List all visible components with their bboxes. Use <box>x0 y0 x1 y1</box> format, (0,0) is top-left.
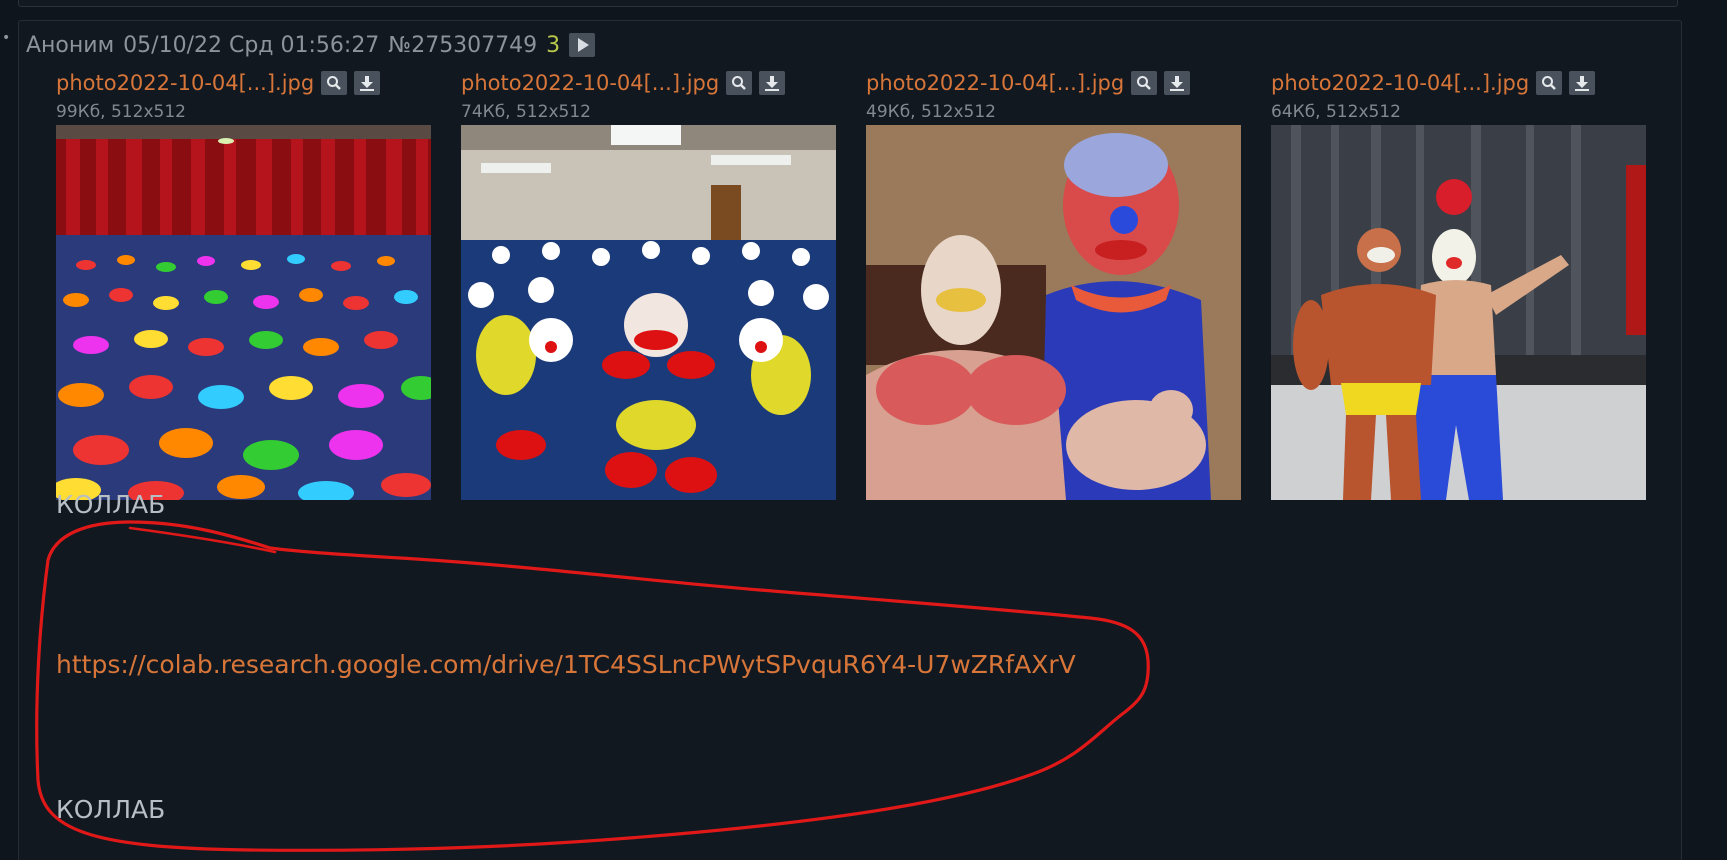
message-line-3: КОЛЛАБ <box>56 795 166 824</box>
download-icon[interactable] <box>759 71 786 95</box>
file-name[interactable]: photo2022-10-04[...].jpg <box>461 71 719 95</box>
file-2: photo2022-10-04[...].jpg 74Кб, 512x512 <box>461 68 861 122</box>
message-line-1: КОЛЛАБ <box>56 490 166 519</box>
previous-post-edge <box>18 0 1678 7</box>
clown-bodybuilders-stage-thumbnail[interactable] <box>1271 125 1646 500</box>
file-3: photo2022-10-04[...].jpg 49Кб, 512x512 <box>866 68 1266 122</box>
file-meta: 74Кб, 512x512 <box>461 102 591 122</box>
post-author[interactable]: Аноним <box>26 33 114 58</box>
file-1: photo2022-10-04[...].jpg 99Кб, 512x512 <box>56 68 456 122</box>
download-icon[interactable] <box>1569 71 1596 95</box>
download-icon[interactable] <box>1164 71 1191 95</box>
post-datetime: 05/10/22 Срд 01:56:27 <box>123 32 380 58</box>
magnifier-icon[interactable] <box>1536 71 1563 95</box>
post-number[interactable]: №275307749 <box>388 33 537 58</box>
clown-crowd-thumbnail[interactable] <box>56 125 431 500</box>
file-name[interactable]: photo2022-10-04[...].jpg <box>866 71 1124 95</box>
bullet-marker: • <box>2 30 11 46</box>
magnifier-icon[interactable] <box>1131 71 1158 95</box>
clowns-crawling-thumbnail[interactable] <box>461 125 836 500</box>
file-name[interactable]: photo2022-10-04[...].jpg <box>56 71 314 95</box>
page: • Аноним 05/10/22 Срд 01:56:27 №27530774… <box>0 0 1727 860</box>
colab-link[interactable]: https://colab.research.google.com/drive/… <box>56 650 1076 679</box>
post-header: Аноним 05/10/22 Срд 01:56:27 №275307749 … <box>26 30 596 60</box>
file-meta: 49Кб, 512x512 <box>866 102 996 122</box>
play-icon[interactable] <box>569 33 596 57</box>
file-meta: 99Кб, 512x512 <box>56 102 186 122</box>
clown-bodybuilders-thumbnail[interactable] <box>866 125 1241 500</box>
magnifier-icon[interactable] <box>726 71 753 95</box>
magnifier-icon[interactable] <box>321 71 348 95</box>
reply-count[interactable]: 3 <box>546 33 560 58</box>
file-meta: 64Кб, 512x512 <box>1271 102 1401 122</box>
file-name[interactable]: photo2022-10-04[...].jpg <box>1271 71 1529 95</box>
file-4: photo2022-10-04[...].jpg 64Кб, 512x512 <box>1271 68 1671 122</box>
download-icon[interactable] <box>354 71 381 95</box>
